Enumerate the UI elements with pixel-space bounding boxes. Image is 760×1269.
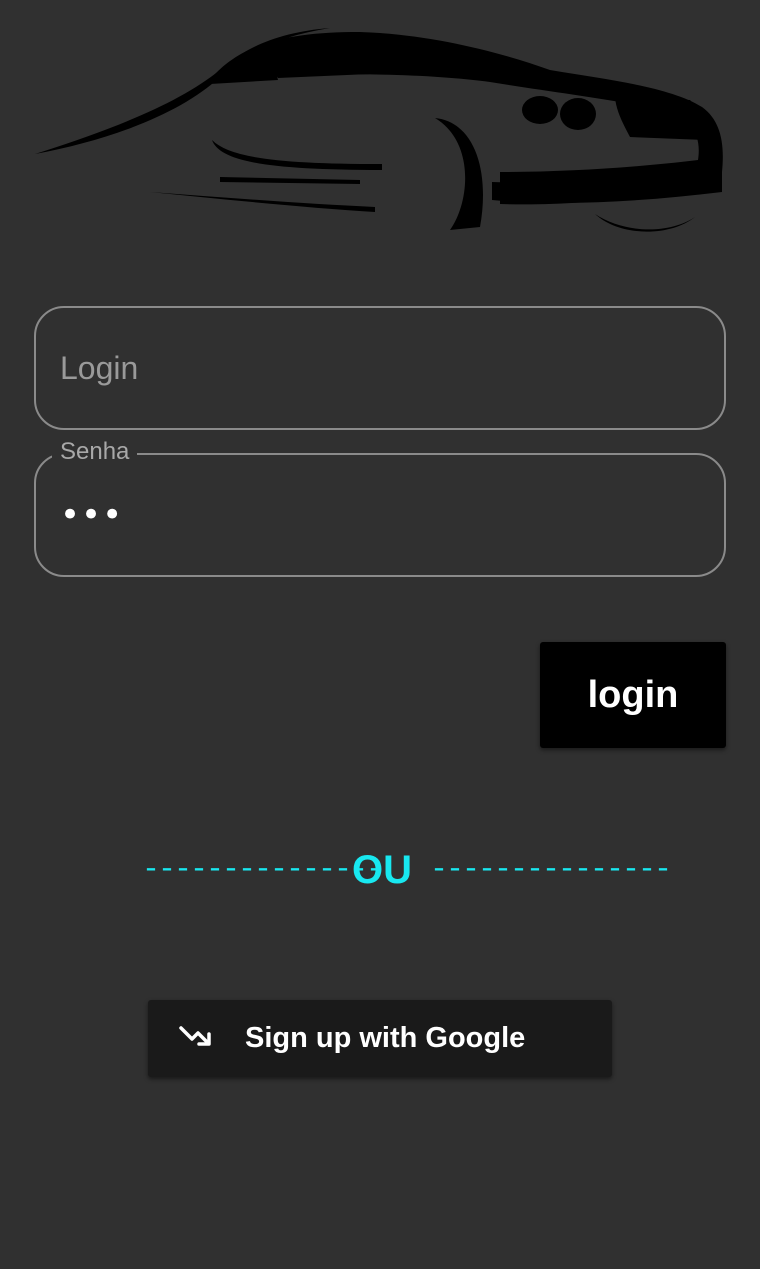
or-divider: --------------- OU ---------------	[0, 840, 760, 900]
divider-or-text: OU	[352, 848, 412, 892]
google-signup-label: Sign up with Google	[245, 1022, 526, 1054]
divider-left-dashes: ---------------	[142, 853, 384, 887]
password-label: Senha	[52, 435, 138, 469]
trending-up-arrow-icon	[179, 1026, 211, 1046]
google-signup-button[interactable]: Sign up with Google	[148, 1000, 612, 1077]
car-silhouette-icon	[35, 28, 723, 232]
password-input[interactable]: •••	[60, 495, 123, 535]
divider-right-dashes: ---------------	[430, 853, 672, 887]
login-screen: Senha ••• login --------------- OU -----…	[0, 0, 760, 1269]
login-button[interactable]: login	[540, 642, 726, 748]
login-field[interactable]	[34, 306, 726, 430]
password-field[interactable]: Senha •••	[34, 435, 726, 577]
login-input[interactable]	[60, 308, 700, 428]
